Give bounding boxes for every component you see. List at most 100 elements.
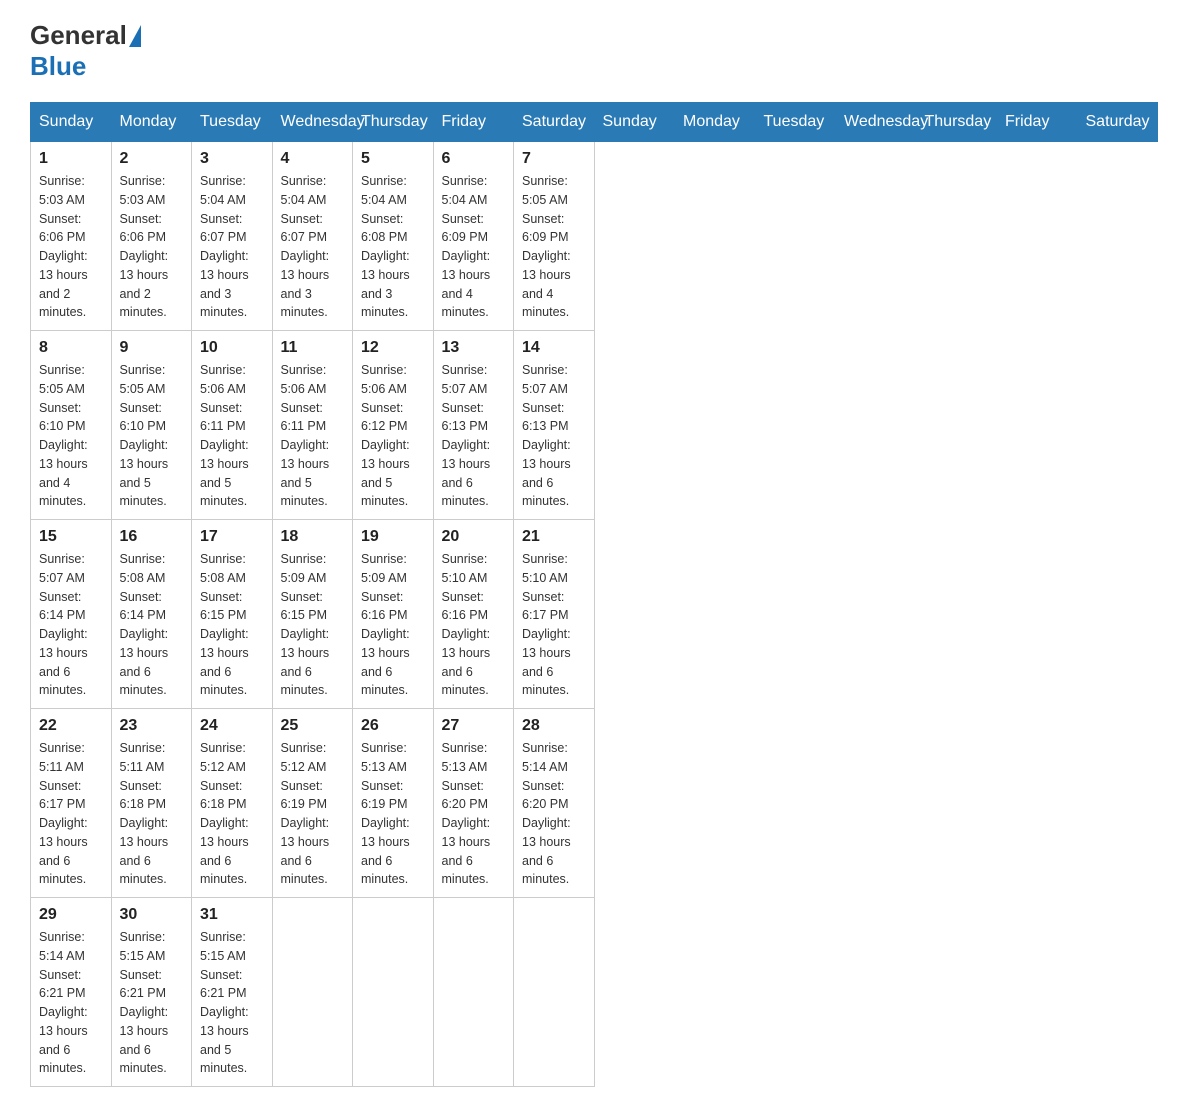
day-number: 27 [442, 717, 506, 735]
calendar-week-row: 1 Sunrise: 5:03 AMSunset: 6:06 PMDaylight… [31, 142, 1158, 331]
calendar-cell: 21 Sunrise: 5:10 AMSunset: 6:17 PMDayligh… [514, 520, 595, 709]
day-number: 31 [200, 906, 264, 924]
header-monday: Monday [675, 103, 756, 142]
day-info: Sunrise: 5:07 AMSunset: 6:14 PMDaylight:… [39, 550, 103, 700]
header-wednesday: Wednesday [272, 103, 353, 142]
calendar-cell: 26Sunrise: 5:13 AMSunset: 6:19 PMDayligh… [353, 709, 434, 898]
day-number: 19 [361, 528, 425, 546]
day-number: 10 [200, 339, 264, 357]
day-info: Sunrise: 5:06 AMSunset: 6:11 PMDaylight:… [281, 361, 345, 511]
day-info: Sunrise: 5:15 AMSunset: 6:21 PMDaylight:… [120, 928, 184, 1078]
day-info: Sunrise: 5:10 AMSunset: 6:16 PMDaylight:… [442, 550, 506, 700]
calendar-cell: 9 Sunrise: 5:05 AMSunset: 6:10 PMDaylight… [111, 331, 192, 520]
calendar-cell: 31Sunrise: 5:15 AMSunset: 6:21 PMDayligh… [192, 898, 273, 1087]
day-info: Sunrise: 5:06 AMSunset: 6:11 PMDaylight:… [200, 361, 264, 511]
day-info: Sunrise: 5:12 AMSunset: 6:18 PMDaylight:… [200, 739, 264, 889]
calendar-week-row: 15Sunrise: 5:07 AMSunset: 6:14 PMDayligh… [31, 520, 1158, 709]
calendar-header-row: SundayMondayTuesdayWednesdayThursdayFrid… [31, 103, 1158, 142]
calendar-cell: 10 Sunrise: 5:06 AMSunset: 6:11 PMDayligh… [192, 331, 273, 520]
page-header: General Blue [30, 20, 1158, 82]
header-sunday: Sunday [594, 103, 675, 142]
day-info: Sunrise: 5:08 AMSunset: 6:14 PMDaylight:… [120, 550, 184, 700]
day-number: 9 [120, 339, 184, 357]
day-number: 28 [522, 717, 586, 735]
calendar-cell: 23 Sunrise: 5:11 AMSunset: 6:18 PMDayligh… [111, 709, 192, 898]
day-number: 7 [522, 150, 586, 168]
calendar-cell: 20 Sunrise: 5:10 AMSunset: 6:16 PMDayligh… [433, 520, 514, 709]
header-friday: Friday [433, 103, 514, 142]
calendar-cell: 15Sunrise: 5:07 AMSunset: 6:14 PMDayligh… [31, 520, 112, 709]
calendar-cell: 16 Sunrise: 5:08 AMSunset: 6:14 PMDayligh… [111, 520, 192, 709]
calendar-cell: 25Sunrise: 5:12 AMSunset: 6:19 PMDayligh… [272, 709, 353, 898]
day-info: Sunrise: 5:07 AMSunset: 6:13 PMDaylight:… [522, 361, 586, 511]
day-info: Sunrise: 5:05 AMSunset: 6:10 PMDaylight:… [120, 361, 184, 511]
header-saturday: Saturday [514, 103, 595, 142]
day-info: Sunrise: 5:04 AMSunset: 6:07 PMDaylight:… [200, 172, 264, 322]
day-number: 20 [442, 528, 506, 546]
day-info: Sunrise: 5:14 AMSunset: 6:21 PMDaylight:… [39, 928, 103, 1078]
day-number: 22 [39, 717, 103, 735]
calendar-cell: 12 Sunrise: 5:06 AMSunset: 6:12 PMDayligh… [353, 331, 434, 520]
calendar-cell: 13Sunrise: 5:07 AMSunset: 6:13 PMDayligh… [433, 331, 514, 520]
day-number: 16 [120, 528, 184, 546]
calendar-cell: 14 Sunrise: 5:07 AMSunset: 6:13 PMDayligh… [514, 331, 595, 520]
header-thursday: Thursday [916, 103, 997, 142]
day-number: 21 [522, 528, 586, 546]
calendar-cell: 7 Sunrise: 5:05 AMSunset: 6:09 PMDaylight… [514, 142, 595, 331]
header-saturday: Saturday [1077, 103, 1158, 142]
calendar-cell: 29Sunrise: 5:14 AMSunset: 6:21 PMDayligh… [31, 898, 112, 1087]
calendar-cell: 30 Sunrise: 5:15 AMSunset: 6:21 PMDayligh… [111, 898, 192, 1087]
calendar-week-row: 8 Sunrise: 5:05 AMSunset: 6:10 PMDaylight… [31, 331, 1158, 520]
calendar-cell: 1Sunrise: 5:03 AMSunset: 6:06 PMDaylight… [31, 142, 112, 331]
calendar-cell: 11Sunrise: 5:06 AMSunset: 6:11 PMDayligh… [272, 331, 353, 520]
calendar-cell: 27 Sunrise: 5:13 AMSunset: 6:20 PMDayligh… [433, 709, 514, 898]
calendar-cell [433, 898, 514, 1087]
header-friday: Friday [997, 103, 1078, 142]
calendar-week-row: 29Sunrise: 5:14 AMSunset: 6:21 PMDayligh… [31, 898, 1158, 1087]
day-number: 12 [361, 339, 425, 357]
calendar-cell: 2Sunrise: 5:03 AMSunset: 6:06 PMDaylight… [111, 142, 192, 331]
day-info: Sunrise: 5:05 AMSunset: 6:09 PMDaylight:… [522, 172, 586, 322]
calendar-table: SundayMondayTuesdayWednesdayThursdayFrid… [30, 102, 1158, 1087]
day-number: 30 [120, 906, 184, 924]
day-number: 23 [120, 717, 184, 735]
day-info: Sunrise: 5:11 AMSunset: 6:18 PMDaylight:… [120, 739, 184, 889]
calendar-cell: 19 Sunrise: 5:09 AMSunset: 6:16 PMDayligh… [353, 520, 434, 709]
day-info: Sunrise: 5:14 AMSunset: 6:20 PMDaylight:… [522, 739, 586, 889]
day-info: Sunrise: 5:08 AMSunset: 6:15 PMDaylight:… [200, 550, 264, 700]
day-info: Sunrise: 5:13 AMSunset: 6:20 PMDaylight:… [442, 739, 506, 889]
calendar-cell: 17 Sunrise: 5:08 AMSunset: 6:15 PMDayligh… [192, 520, 273, 709]
day-number: 17 [200, 528, 264, 546]
day-info: Sunrise: 5:12 AMSunset: 6:19 PMDaylight:… [281, 739, 345, 889]
header-sunday: Sunday [31, 103, 112, 142]
calendar-cell [514, 898, 595, 1087]
day-info: Sunrise: 5:09 AMSunset: 6:16 PMDaylight:… [361, 550, 425, 700]
day-number: 3 [200, 150, 264, 168]
day-number: 8 [39, 339, 103, 357]
day-number: 1 [39, 150, 103, 168]
header-monday: Monday [111, 103, 192, 142]
calendar-week-row: 22Sunrise: 5:11 AMSunset: 6:17 PMDayligh… [31, 709, 1158, 898]
header-wednesday: Wednesday [836, 103, 917, 142]
day-number: 13 [442, 339, 506, 357]
header-tuesday: Tuesday [755, 103, 836, 142]
logo-general-text: General [30, 20, 127, 51]
day-info: Sunrise: 5:05 AMSunset: 6:10 PMDaylight:… [39, 361, 103, 511]
calendar-cell: 28 Sunrise: 5:14 AMSunset: 6:20 PMDayligh… [514, 709, 595, 898]
calendar-cell [272, 898, 353, 1087]
day-info: Sunrise: 5:06 AMSunset: 6:12 PMDaylight:… [361, 361, 425, 511]
day-number: 14 [522, 339, 586, 357]
calendar-cell: 3 Sunrise: 5:04 AMSunset: 6:07 PMDaylight… [192, 142, 273, 331]
day-info: Sunrise: 5:04 AMSunset: 6:09 PMDaylight:… [442, 172, 506, 322]
day-info: Sunrise: 5:10 AMSunset: 6:17 PMDaylight:… [522, 550, 586, 700]
calendar-cell: 6 Sunrise: 5:04 AMSunset: 6:09 PMDaylight… [433, 142, 514, 331]
day-info: Sunrise: 5:04 AMSunset: 6:07 PMDaylight:… [281, 172, 345, 322]
day-number: 4 [281, 150, 345, 168]
calendar-cell: 4 Sunrise: 5:04 AMSunset: 6:07 PMDaylight… [272, 142, 353, 331]
day-number: 6 [442, 150, 506, 168]
day-number: 24 [200, 717, 264, 735]
day-info: Sunrise: 5:03 AMSunset: 6:06 PMDaylight:… [120, 172, 184, 322]
logo: General Blue [30, 20, 141, 82]
day-number: 18 [281, 528, 345, 546]
calendar-cell: 8 Sunrise: 5:05 AMSunset: 6:10 PMDaylight… [31, 331, 112, 520]
